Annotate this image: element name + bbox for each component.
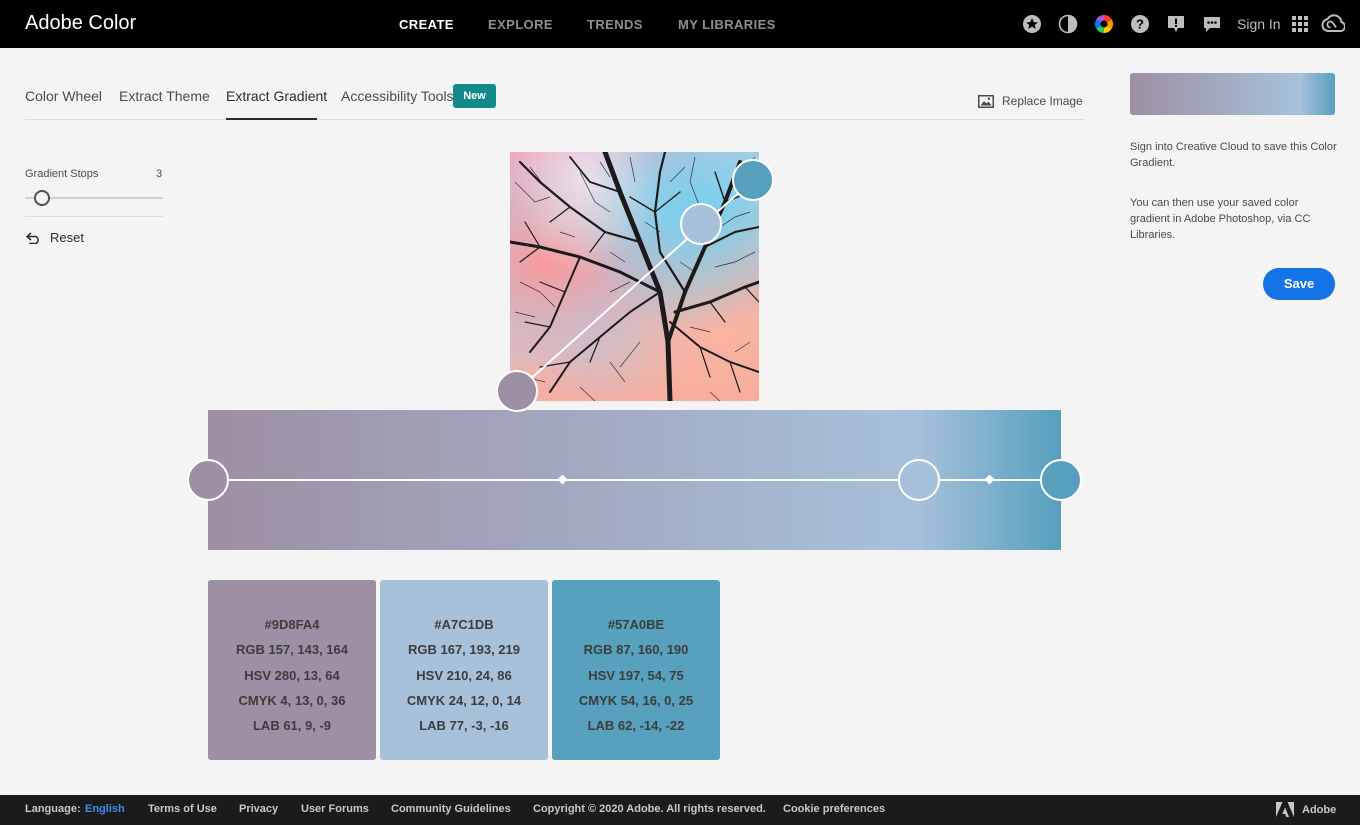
- adobe-logo-icon: [1276, 802, 1294, 817]
- image-sample-stop-3[interactable]: [732, 159, 774, 201]
- swatch-lab[interactable]: LAB 62, -14, -22: [552, 718, 720, 733]
- copyright: Copyright © 2020 Adobe. All rights reser…: [533, 803, 766, 815]
- gradient-stop-handle-1[interactable]: [187, 459, 229, 501]
- language-selector[interactable]: English: [85, 803, 125, 815]
- swatch-hex[interactable]: #9D8FA4: [208, 617, 376, 632]
- adobe-wordmark: Adobe: [1302, 804, 1337, 816]
- gradient-stop-handle-2[interactable]: [898, 459, 940, 501]
- swatch-hsv[interactable]: HSV 210, 24, 86: [380, 668, 548, 683]
- swatch-rgb[interactable]: RGB 157, 143, 164: [208, 642, 376, 657]
- swatch-cmyk[interactable]: CMYK 54, 16, 0, 25: [552, 693, 720, 708]
- swatch-hex[interactable]: #A7C1DB: [380, 617, 548, 632]
- saved-gradient-preview: [1130, 73, 1335, 115]
- swatch-hex[interactable]: #57A0BE: [552, 617, 720, 632]
- footer-link-user-forums[interactable]: User Forums: [301, 803, 369, 815]
- cookie-preferences-link[interactable]: Cookie preferences: [783, 803, 885, 815]
- swatch-lab[interactable]: LAB 61, 9, -9: [208, 718, 376, 733]
- footer: Language: English Terms of Use Privacy U…: [0, 795, 1360, 825]
- swatch-lab[interactable]: LAB 77, -3, -16: [380, 718, 548, 733]
- language-label: Language:: [25, 803, 81, 815]
- footer-link-terms[interactable]: Terms of Use: [148, 803, 217, 815]
- swatch-cmyk[interactable]: CMYK 4, 13, 0, 36: [208, 693, 376, 708]
- color-swatch-1[interactable]: #9D8FA4 RGB 157, 143, 164 HSV 280, 13, 6…: [208, 580, 376, 760]
- swatch-hsv[interactable]: HSV 197, 54, 75: [552, 668, 720, 683]
- swatch-rgb[interactable]: RGB 87, 160, 190: [552, 642, 720, 657]
- color-swatch-3[interactable]: #57A0BE RGB 87, 160, 190 HSV 197, 54, 75…: [552, 580, 720, 760]
- usage-note: You can then use your saved color gradie…: [1130, 197, 1311, 241]
- swatch-rgb[interactable]: RGB 167, 193, 219: [380, 642, 548, 657]
- image-sample-stop-1[interactable]: [496, 370, 538, 412]
- sign-in-note: Sign into Creative Cloud to save this Co…: [1130, 141, 1337, 169]
- swatch-cmyk[interactable]: CMYK 24, 12, 0, 14: [380, 693, 548, 708]
- gradient-midpoint-1[interactable]: [557, 474, 568, 485]
- footer-link-community-guidelines[interactable]: Community Guidelines: [391, 803, 511, 815]
- swatch-hsv[interactable]: HSV 280, 13, 64: [208, 668, 376, 683]
- save-button[interactable]: Save: [1263, 268, 1335, 300]
- gradient-midpoint-2[interactable]: [984, 474, 995, 485]
- gradient-stop-handle-3[interactable]: [1040, 459, 1082, 501]
- image-sample-stop-2[interactable]: [680, 203, 722, 245]
- footer-link-privacy[interactable]: Privacy: [239, 803, 278, 815]
- color-swatch-2[interactable]: #A7C1DB RGB 167, 193, 219 HSV 210, 24, 8…: [380, 580, 548, 760]
